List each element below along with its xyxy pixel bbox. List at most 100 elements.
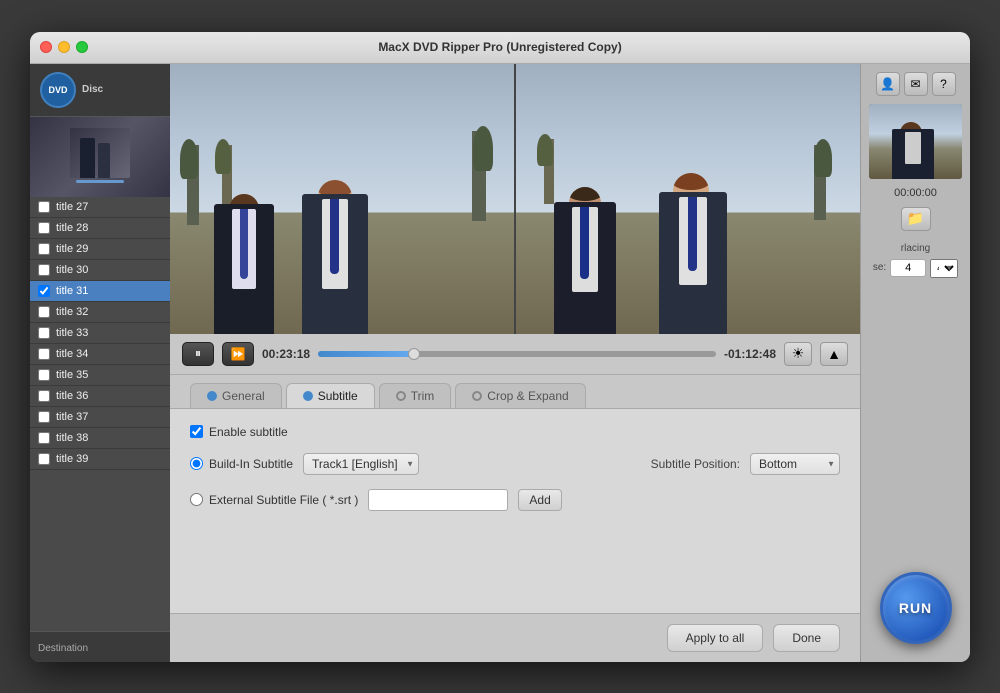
title-item-37[interactable]: title 37: [30, 407, 170, 428]
apply-to-all-button[interactable]: Apply to all: [667, 624, 764, 652]
enable-subtitle-row: Enable subtitle: [190, 425, 840, 439]
progress-handle[interactable]: [408, 348, 420, 360]
contrast-button[interactable]: ▲: [820, 342, 848, 366]
run-button[interactable]: RUN: [880, 572, 952, 644]
title-item-35[interactable]: title 35: [30, 365, 170, 386]
dvd-logo-text: DVD: [48, 85, 67, 95]
time-remaining: -01:12:48: [724, 347, 776, 361]
pause-icon: ⏸: [195, 346, 201, 361]
title-37-checkbox[interactable]: [38, 411, 50, 423]
titlebar: MacX DVD Ripper Pro (Unregistered Copy): [30, 32, 970, 64]
title-item-30[interactable]: title 30: [30, 260, 170, 281]
external-subtitle-radio[interactable]: [190, 493, 203, 506]
forward-icon: ⏩: [231, 347, 246, 361]
enable-subtitle-text: Enable subtitle: [209, 425, 288, 439]
title-33-checkbox[interactable]: [38, 327, 50, 339]
title-28-label: title 28: [56, 222, 88, 234]
tab-subtitle[interactable]: Subtitle: [286, 383, 375, 408]
builtin-subtitle-label: Build-In Subtitle: [190, 457, 293, 471]
forward-button[interactable]: ⏩: [222, 342, 254, 366]
title-32-checkbox[interactable]: [38, 306, 50, 318]
progress-bar[interactable]: [318, 351, 716, 357]
minimize-button[interactable]: [58, 41, 70, 53]
title-39-checkbox[interactable]: [38, 453, 50, 465]
title-27-checkbox[interactable]: [38, 201, 50, 213]
deinterlace-row: se: 4 2 8: [873, 258, 958, 278]
add-subtitle-button[interactable]: Add: [518, 489, 561, 511]
enable-subtitle-label: Enable subtitle: [190, 425, 288, 439]
close-button[interactable]: [40, 41, 52, 53]
mail-icon-button[interactable]: ✉: [904, 72, 928, 96]
deinterlace-select[interactable]: 4 2 8: [930, 259, 958, 278]
video-preview-right: [516, 64, 860, 334]
sidebar: DVD Disc: [30, 64, 170, 662]
title-item-27[interactable]: title 27: [30, 197, 170, 218]
builtin-subtitle-row: Build-In Subtitle Track1 [English] Subti…: [190, 453, 840, 475]
title-item-39[interactable]: title 39: [30, 449, 170, 470]
brightness-button[interactable]: ☀: [784, 342, 812, 366]
title-item-29[interactable]: title 29: [30, 239, 170, 260]
title-35-checkbox[interactable]: [38, 369, 50, 381]
tab-crop-indicator: [472, 391, 482, 401]
title-item-38[interactable]: title 38: [30, 428, 170, 449]
video-preview-left: [170, 64, 516, 334]
title-32-label: title 32: [56, 306, 88, 318]
title-36-label: title 36: [56, 390, 88, 402]
title-38-checkbox[interactable]: [38, 432, 50, 444]
thumb-overlay: [30, 117, 170, 197]
title-30-checkbox[interactable]: [38, 264, 50, 276]
scene-left: [170, 64, 514, 334]
title-29-checkbox[interactable]: [38, 243, 50, 255]
user-icon: 👤: [880, 77, 895, 91]
deinterlace-input[interactable]: [890, 259, 926, 277]
title-34-checkbox[interactable]: [38, 348, 50, 360]
title-31-checkbox[interactable]: [38, 285, 50, 297]
run-label: RUN: [899, 600, 932, 616]
sidebar-thumbnail: [30, 117, 170, 197]
title-item-28[interactable]: title 28: [30, 218, 170, 239]
tabs-bar: General Subtitle Trim Crop & Expand: [170, 375, 860, 409]
enable-subtitle-checkbox[interactable]: [190, 425, 203, 438]
title-item-33[interactable]: title 33: [30, 323, 170, 344]
tab-general-label: General: [222, 389, 265, 403]
done-button[interactable]: Done: [773, 624, 840, 652]
title-34-label: title 34: [56, 348, 88, 360]
position-select-wrap: Bottom Top Center: [750, 453, 840, 475]
position-select[interactable]: Bottom Top Center: [750, 453, 840, 475]
folder-button[interactable]: 📁: [901, 207, 931, 231]
external-subtitle-input[interactable]: [368, 489, 508, 511]
title-item-31[interactable]: title 31: [30, 281, 170, 302]
title-29-label: title 29: [56, 243, 88, 255]
title-item-32[interactable]: title 32: [30, 302, 170, 323]
tab-trim-label: Trim: [411, 389, 435, 403]
title-36-checkbox[interactable]: [38, 390, 50, 402]
progress-fill: [318, 351, 414, 357]
right-panel: 👤 ✉ ?: [860, 64, 970, 662]
builtin-subtitle-radio[interactable]: [190, 457, 203, 470]
brightness-icon: ☀: [792, 345, 805, 362]
pause-button[interactable]: ⏸: [182, 342, 214, 366]
deinterlace-prefix: se:: [873, 262, 886, 273]
track-select[interactable]: Track1 [English]: [303, 453, 419, 475]
title-item-36[interactable]: title 36: [30, 386, 170, 407]
help-icon-button[interactable]: ?: [932, 72, 956, 96]
tab-trim[interactable]: Trim: [379, 383, 452, 408]
tab-general-indicator: [207, 391, 217, 401]
main-content: DVD Disc: [30, 64, 970, 662]
tab-subtitle-label: Subtitle: [318, 389, 358, 403]
user-icon-button[interactable]: 👤: [876, 72, 900, 96]
title-list: title 27 title 28 title 29 title 30 titl…: [30, 197, 170, 631]
dvd-logo-icon: DVD: [40, 72, 76, 108]
maximize-button[interactable]: [76, 41, 88, 53]
current-time: 00:23:18: [262, 347, 310, 361]
external-subtitle-text: External Subtitle File ( *.srt ): [209, 493, 358, 507]
title-28-checkbox[interactable]: [38, 222, 50, 234]
tab-crop-expand[interactable]: Crop & Expand: [455, 383, 585, 408]
title-item-34[interactable]: title 34: [30, 344, 170, 365]
destination-label: Destination: [38, 643, 88, 654]
window-title: MacX DVD Ripper Pro (Unregistered Copy): [378, 40, 621, 54]
tab-crop-label: Crop & Expand: [487, 389, 568, 403]
tab-general[interactable]: General: [190, 383, 282, 408]
tab-trim-indicator: [396, 391, 406, 401]
builtin-subtitle-text: Build-In Subtitle: [209, 457, 293, 471]
